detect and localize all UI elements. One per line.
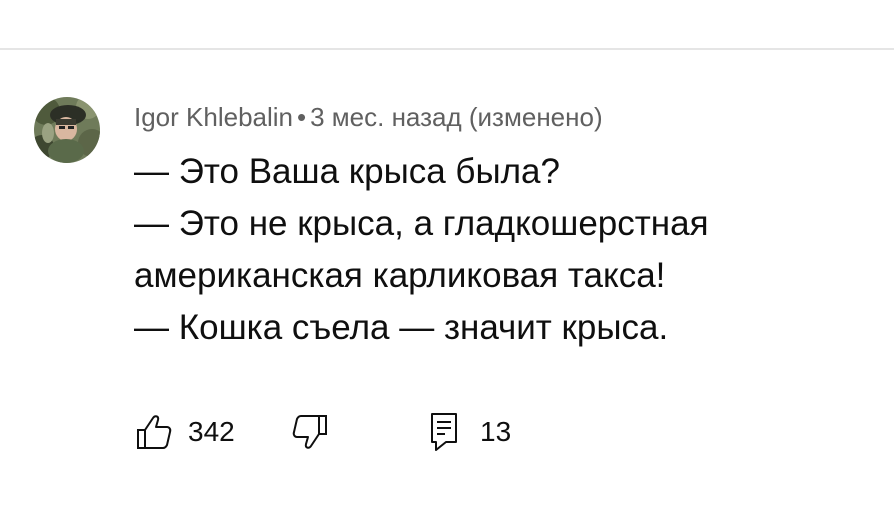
avatar-image <box>34 97 100 163</box>
comment-text: — Это Ваша крыса была? — Это не крыса, а… <box>134 146 874 354</box>
divider <box>0 48 894 50</box>
avatar[interactable] <box>34 97 100 163</box>
thumbs-up-icon <box>137 415 172 449</box>
author-name[interactable]: Igor Khlebalin <box>134 102 293 132</box>
thumbs-down-icon <box>292 415 327 449</box>
like-count: 342 <box>188 416 235 447</box>
dislike-button[interactable] <box>290 410 330 454</box>
reply-button[interactable] <box>426 410 466 454</box>
comment-line: — Кошка съела — значит крыса. <box>134 308 669 347</box>
like-button[interactable] <box>134 410 174 454</box>
comment-line: американская карликовая такса! <box>134 256 666 295</box>
comment-line: — Это Ваша крыса была? <box>134 152 560 191</box>
meta-separator: • <box>297 102 307 132</box>
reply-count: 13 <box>480 416 512 447</box>
comment-meta: Igor Khlebalin • 3 мес. назад (изменено) <box>134 100 603 134</box>
comment-page: Igor Khlebalin • 3 мес. назад (изменено) —… <box>0 0 894 517</box>
comment-icon <box>431 413 457 451</box>
timestamp[interactable]: 3 мес. назад (изменено) <box>310 102 603 132</box>
comment-line: — Это не крыса, а гладкошерстная <box>134 204 709 243</box>
comment-actions: 342 13 <box>134 410 834 454</box>
